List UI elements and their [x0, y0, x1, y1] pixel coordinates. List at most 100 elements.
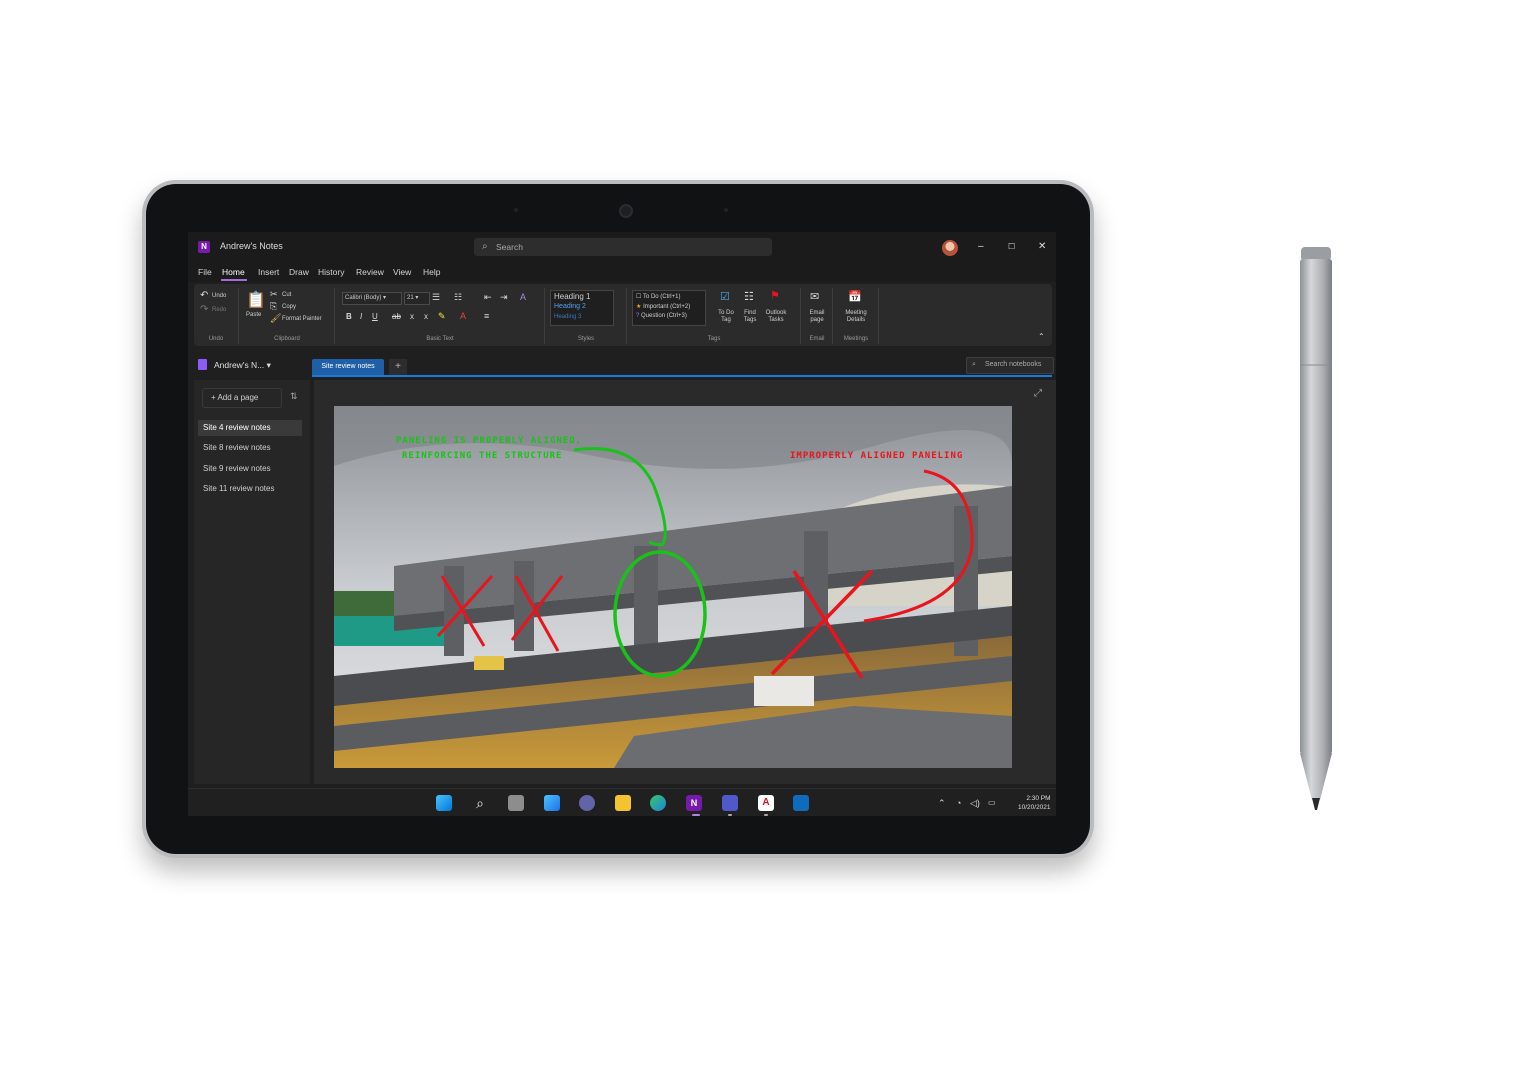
list-item[interactable]: Site 11 review notes [198, 481, 302, 497]
menu-file[interactable]: File [198, 267, 212, 277]
teams-icon[interactable] [722, 795, 738, 811]
sort-icon[interactable]: ⇅ [290, 391, 298, 402]
format-painter-icon[interactable]: 🖌 [270, 313, 281, 324]
styles-group: Heading 1 Heading 2 Heading 3 Styles [546, 288, 627, 344]
list-item[interactable]: Site 9 review notes [198, 461, 302, 477]
notebook-icon [198, 359, 207, 370]
collapse-ribbon-icon[interactable]: ⌃ [1038, 332, 1045, 341]
clear-formatting-icon[interactable]: A [520, 292, 526, 302]
construction-site-photo[interactable]: PANELING IS PROPERLY ALIGNED, REINFORCIN… [334, 406, 1012, 768]
menu-draw[interactable]: Draw [289, 267, 309, 277]
teams-chat-icon[interactable] [579, 795, 595, 811]
cut-button[interactable]: Cut [282, 292, 291, 298]
volume-icon[interactable]: ◁) [970, 798, 980, 809]
cut-icon[interactable]: ✂ [270, 289, 278, 300]
search-box[interactable]: ⌕ Search [474, 238, 772, 256]
email-icon[interactable]: ✉ [810, 290, 819, 303]
todo-tag-icon[interactable]: ☑ [720, 290, 730, 303]
add-section-button[interactable]: + [389, 359, 407, 375]
italic-icon[interactable]: I [360, 312, 362, 321]
indent-icon[interactable]: ⇥ [500, 292, 508, 303]
meeting-details-button[interactable]: Meeting Details [836, 310, 876, 324]
menu-history[interactable]: History [318, 267, 344, 277]
clock[interactable]: 2:30 PM 10/20/2021 [1018, 794, 1051, 812]
styles-gallery[interactable]: Heading 1 Heading 2 Heading 3 [550, 290, 614, 326]
edge-icon[interactable] [650, 795, 666, 811]
menu-review[interactable]: Review [356, 267, 384, 277]
notebook-name[interactable]: Andrew's N... ▾ [214, 360, 271, 371]
menu-view[interactable]: View [393, 267, 411, 277]
email-group: ✉ Email page Email [802, 288, 833, 344]
tag-important-label: Important (Ctrl+2) [643, 304, 691, 310]
task-view-icon[interactable] [508, 795, 524, 811]
find-tags-icon[interactable]: ☷ [744, 290, 754, 303]
search-icon[interactable]: ⌕ [472, 795, 488, 811]
maximize-icon[interactable]: ☐ [1008, 242, 1015, 251]
menu-home[interactable]: Home [222, 267, 245, 277]
expand-icon[interactable]: ⤢ [1034, 388, 1042, 399]
underline-icon[interactable]: U [372, 312, 378, 321]
highlight-icon[interactable]: ✎ [438, 311, 446, 322]
undo-group-label: Undo [208, 336, 224, 342]
list-item[interactable]: Site 4 review notes [198, 420, 302, 436]
meetings-group: 📅 Meeting Details Meetings [834, 288, 879, 344]
onenote-app-icon: N [198, 241, 210, 253]
redo-button[interactable]: Redo [212, 307, 226, 313]
todo-tag-button[interactable]: To Do Tag [714, 310, 738, 324]
close-icon[interactable]: ✕ [1038, 241, 1046, 252]
battery-icon[interactable]: ▭ [988, 798, 996, 807]
list-item[interactable]: Site 8 review notes [198, 440, 302, 456]
font-size-dropdown[interactable]: 21 ▾ [404, 292, 430, 305]
strikethrough-icon[interactable]: ab [392, 312, 401, 321]
avatar[interactable] [942, 240, 958, 256]
numbering-icon[interactable]: ☷ [454, 292, 462, 303]
minimize-icon[interactable]: – [978, 241, 984, 252]
search-notebooks-placeholder: Search notebooks [985, 361, 1042, 368]
outlook-icon[interactable] [793, 795, 809, 811]
tag-todo[interactable]: ☐ To Do (Ctrl+1) [636, 293, 680, 300]
copy-button[interactable]: Copy [282, 304, 296, 310]
windows-start-icon[interactable] [436, 795, 452, 811]
undo-button[interactable]: Undo [212, 293, 226, 299]
font-name-value: Calibri (Body) [345, 295, 382, 301]
chevron-down-icon: ▾ [266, 360, 271, 370]
page-canvas[interactable]: ⤢ PANELING IS PROPERLY ALIGNED, REINFORC… [314, 380, 1056, 784]
wifi-icon[interactable]: ◔ [956, 798, 961, 808]
style-heading-3[interactable]: Heading 3 [554, 314, 581, 320]
email-page-button[interactable]: Email page [804, 310, 830, 324]
subscript-icon[interactable]: x [410, 312, 414, 321]
font-name-dropdown[interactable]: Calibri (Body) ▾ [342, 292, 402, 305]
search-notebooks-box[interactable]: ⌕ Search notebooks [966, 357, 1054, 374]
paste-button[interactable]: Paste [246, 312, 261, 318]
align-icon[interactable]: ≡ [484, 311, 489, 321]
undo-icon[interactable]: ↶ [200, 290, 208, 301]
tag-important[interactable]: ★ Important (Ctrl+2) [636, 303, 690, 310]
superscript-icon[interactable]: x [424, 312, 428, 321]
tag-question[interactable]: ? Question (Ctrl+3) [636, 313, 687, 319]
outdent-icon[interactable]: ⇤ [484, 292, 492, 303]
menu-help[interactable]: Help [423, 267, 440, 277]
file-explorer-icon[interactable] [615, 795, 631, 811]
bold-icon[interactable]: B [346, 312, 352, 321]
style-heading-1[interactable]: Heading 1 [554, 292, 590, 301]
chevron-up-icon[interactable]: ⌃ [938, 798, 946, 809]
tab-site-review-notes[interactable]: Site review notes [312, 359, 384, 375]
clock-time: 2:30 PM [1026, 795, 1051, 802]
acrobat-icon[interactable]: A [758, 795, 774, 811]
format-painter-button[interactable]: Format Painter [282, 316, 322, 322]
paste-icon[interactable]: 📋 [246, 290, 266, 310]
tags-gallery[interactable]: ☐ To Do (Ctrl+1) ★ Important (Ctrl+2) ? … [632, 290, 706, 326]
find-tags-button[interactable]: Find Tags [740, 310, 760, 324]
menu-insert[interactable]: Insert [258, 267, 279, 277]
style-heading-2[interactable]: Heading 2 [554, 303, 586, 310]
bullets-icon[interactable]: ☰ [432, 292, 440, 303]
onenote-taskbar-icon[interactable]: N [686, 795, 702, 811]
search-placeholder: Search [496, 242, 523, 252]
font-color-icon[interactable]: A [460, 311, 466, 321]
outlook-tasks-button[interactable]: Outlook Tasks [762, 310, 790, 324]
add-page-button[interactable]: + Add a page [202, 388, 282, 408]
calendar-icon[interactable]: 📅 [848, 290, 862, 303]
flag-icon[interactable]: ⚑ [770, 289, 780, 302]
widgets-icon[interactable] [544, 795, 560, 811]
copy-icon[interactable]: ⎘ [270, 301, 277, 312]
